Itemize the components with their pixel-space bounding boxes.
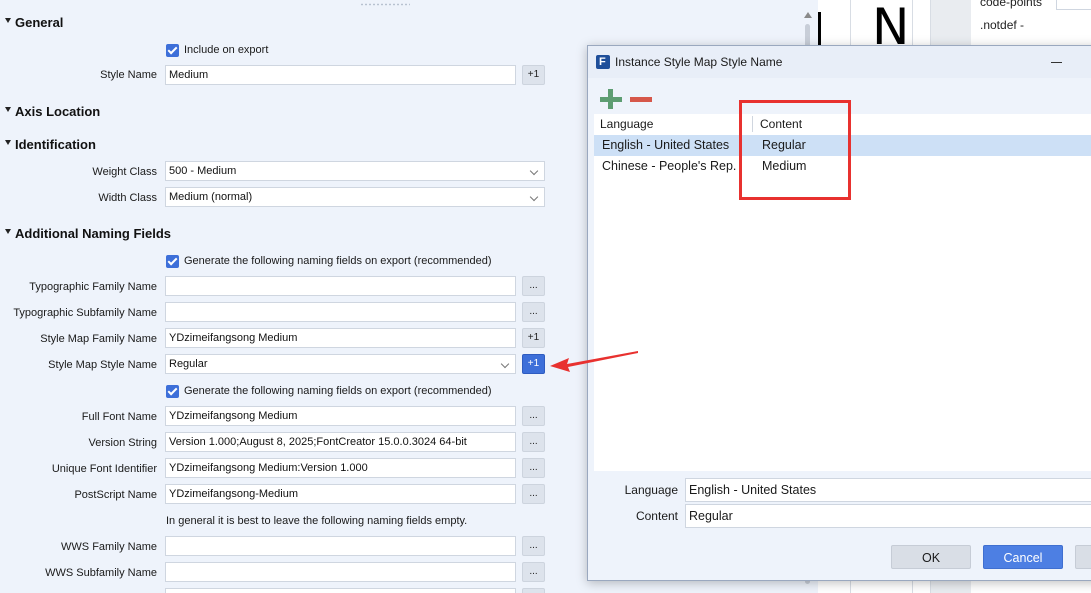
dialog-title: Instance Style Map Style Name — [615, 55, 783, 69]
postscript-name-label: PostScript Name — [74, 489, 157, 501]
panel-grip-handle[interactable] — [360, 3, 410, 6]
weight-class-select[interactable]: 500 - Medium — [165, 161, 545, 181]
content-input[interactable]: Regular — [685, 504, 1091, 528]
checkbox-label: Generate the following naming fields on … — [184, 385, 492, 397]
style-name-plus-button[interactable]: +1 — [522, 65, 545, 85]
generate-naming-checkbox-2[interactable]: Generate the following naming fields on … — [166, 383, 492, 399]
checkmark-icon — [166, 384, 179, 398]
style-name-input[interactable]: Medium — [165, 65, 516, 85]
full-font-name-input[interactable]: YDzimeifangsong Medium — [165, 406, 516, 426]
section-title: Additional Naming Fields — [15, 225, 172, 241]
style-map-style-label: Style Map Style Name — [48, 359, 157, 371]
chevron-down-icon — [3, 226, 15, 240]
unique-font-id-label: Unique Font Identifier — [51, 463, 157, 475]
section-identification[interactable]: Identification — [3, 135, 96, 153]
typographic-subfamily-input[interactable] — [165, 302, 516, 322]
next-field-ellipsis-button[interactable] — [522, 588, 545, 593]
style-map-family-label: Style Map Family Name — [40, 333, 157, 345]
typographic-subfamily-ellipsis-button[interactable]: ... — [522, 302, 545, 322]
generate-naming-checkbox[interactable]: Generate the following naming fields on … — [166, 253, 492, 269]
style-map-family-input[interactable]: YDzimeifangsong Medium — [165, 328, 516, 348]
column-header-language[interactable]: Language — [600, 117, 653, 131]
section-axis-location[interactable]: Axis Location — [3, 102, 100, 120]
version-string-input[interactable]: Version 1.000;August 8, 2025;FontCreator… — [165, 432, 516, 452]
content-field-label: Content — [635, 509, 678, 523]
wws-family-label: WWS Family Name — [61, 541, 157, 553]
annotation-arrow — [550, 351, 638, 372]
typographic-family-label: Typographic Family Name — [29, 281, 157, 293]
wws-family-input[interactable] — [165, 536, 516, 556]
remove-icon[interactable] — [630, 89, 652, 109]
cancel-button[interactable]: Cancel — [983, 545, 1063, 569]
section-title: Axis Location — [15, 103, 101, 119]
version-string-ellipsis-button[interactable]: ... — [522, 432, 545, 452]
scroll-up-arrow-icon[interactable] — [804, 12, 812, 18]
section-title: Identification — [15, 136, 96, 152]
typographic-family-ellipsis-button[interactable]: ... — [522, 276, 545, 296]
style-map-style-select[interactable]: Regular — [165, 354, 516, 374]
ok-button[interactable]: OK — [891, 545, 971, 569]
dialog-title-bar[interactable]: Instance Style Map Style Name — [588, 46, 1091, 78]
help-button[interactable] — [1075, 545, 1091, 569]
section-general[interactable]: General — [3, 13, 63, 31]
checkmark-icon — [166, 254, 179, 268]
wws-subfamily-ellipsis-button[interactable]: ... — [522, 562, 545, 582]
section-title: General — [15, 14, 64, 30]
notdef-label: .notdef - — [980, 18, 1025, 32]
wws-subfamily-label: WWS Subfamily Name — [45, 567, 157, 579]
typographic-subfamily-label: Typographic Subfamily Name — [13, 307, 157, 319]
minimize-icon[interactable] — [1043, 54, 1073, 70]
chevron-down-icon — [3, 15, 15, 29]
checkmark-icon — [166, 43, 179, 57]
language-select[interactable]: English - United States — [685, 478, 1091, 502]
chevron-down-icon — [3, 104, 15, 118]
codepoints-label: code-points — [980, 0, 1043, 9]
annotation-highlight-box — [739, 100, 851, 200]
wws-subfamily-input[interactable] — [165, 562, 516, 582]
row-language: English - United States — [602, 138, 730, 152]
unique-font-id-input[interactable]: YDzimeifangsong Medium:Version 1.000 — [165, 458, 516, 478]
postscript-name-ellipsis-button[interactable]: ... — [522, 484, 545, 504]
naming-fields-note: In general it is best to leave the follo… — [166, 515, 468, 527]
chevron-down-icon — [3, 137, 15, 151]
wws-family-ellipsis-button[interactable]: ... — [522, 536, 545, 556]
style-map-family-plus-button[interactable]: +1 — [522, 328, 545, 348]
width-class-label: Width Class — [98, 192, 157, 204]
width-class-select[interactable]: Medium (normal) — [165, 187, 545, 207]
postscript-name-input[interactable]: YDzimeifangsong-Medium — [165, 484, 516, 504]
typographic-family-input[interactable] — [165, 276, 516, 296]
full-font-name-ellipsis-button[interactable]: ... — [522, 406, 545, 426]
checkbox-label: Generate the following naming fields on … — [184, 255, 492, 267]
row-language: Chinese - People's Rep. — [602, 159, 737, 173]
language-field-label: Language — [624, 483, 678, 497]
section-additional-naming[interactable]: Additional Naming Fields — [3, 224, 171, 242]
checkbox-label: Include on export — [184, 44, 269, 56]
unique-font-id-ellipsis-button[interactable]: ... — [522, 458, 545, 478]
next-field-input[interactable] — [165, 588, 516, 593]
style-map-style-plus-button[interactable]: +1 — [522, 354, 545, 374]
codepoints-input[interactable] — [1056, 0, 1091, 10]
fontcreator-app-icon — [596, 55, 610, 69]
style-name-label: Style Name — [100, 69, 157, 81]
add-icon[interactable] — [600, 89, 622, 109]
version-string-label: Version String — [88, 437, 157, 449]
weight-class-label: Weight Class — [92, 166, 157, 178]
include-on-export-checkbox[interactable]: Include on export — [166, 42, 268, 58]
full-font-name-label: Full Font Name — [81, 411, 157, 423]
